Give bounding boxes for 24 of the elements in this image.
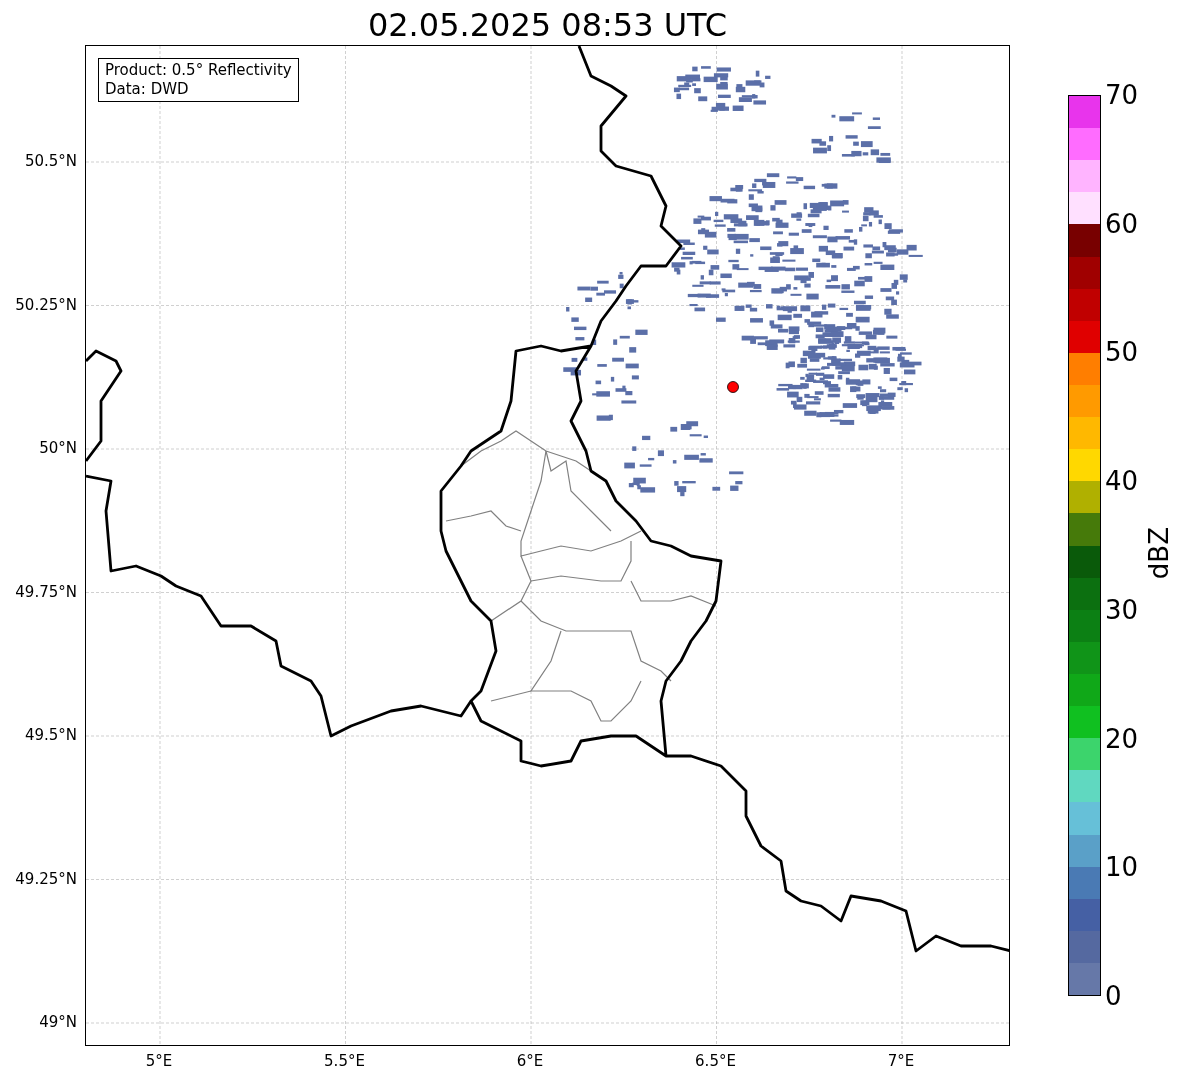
longitude-label: 5.5°E [323, 1052, 366, 1070]
longitude-label: 5°E [144, 1052, 174, 1070]
latitude-label: 50.25°N [15, 295, 77, 314]
longitude-label: 7°E [886, 1052, 916, 1070]
latitude-label: 49°N [39, 1013, 77, 1031]
latitude-label: 50°N [39, 439, 77, 457]
legend-text: Data: DWD [105, 80, 190, 99]
longitude-label: 6°E [515, 1052, 545, 1070]
latitude-label: 49.5°N [24, 726, 77, 744]
legend-text: Product: 0.5° Reflectivity [105, 61, 292, 80]
colorbar-tick-label: 0 [1105, 980, 1123, 1011]
latitude-label: 49.25°N [15, 869, 77, 888]
colorbar-label: dBZ [1144, 526, 1175, 580]
colorbar-tick-label: 60 [1105, 208, 1139, 239]
colorbar-tick-label: 20 [1105, 723, 1139, 754]
latitude-label: 50.5°N [24, 152, 77, 170]
colorbar-tick-label: 50 [1105, 337, 1139, 368]
latitude-label: 49.75°N [15, 582, 77, 601]
colorbar-tick-label: 30 [1105, 594, 1139, 625]
colorbar-tick-label: 40 [1105, 466, 1139, 497]
chart-title: 02.05.2025 08:53 UTC [367, 5, 728, 45]
longitude-label: 6.5°E [694, 1052, 737, 1070]
colorbar-tick-label: 10 [1105, 852, 1139, 883]
colorbar-tick-label: 70 [1105, 80, 1139, 110]
